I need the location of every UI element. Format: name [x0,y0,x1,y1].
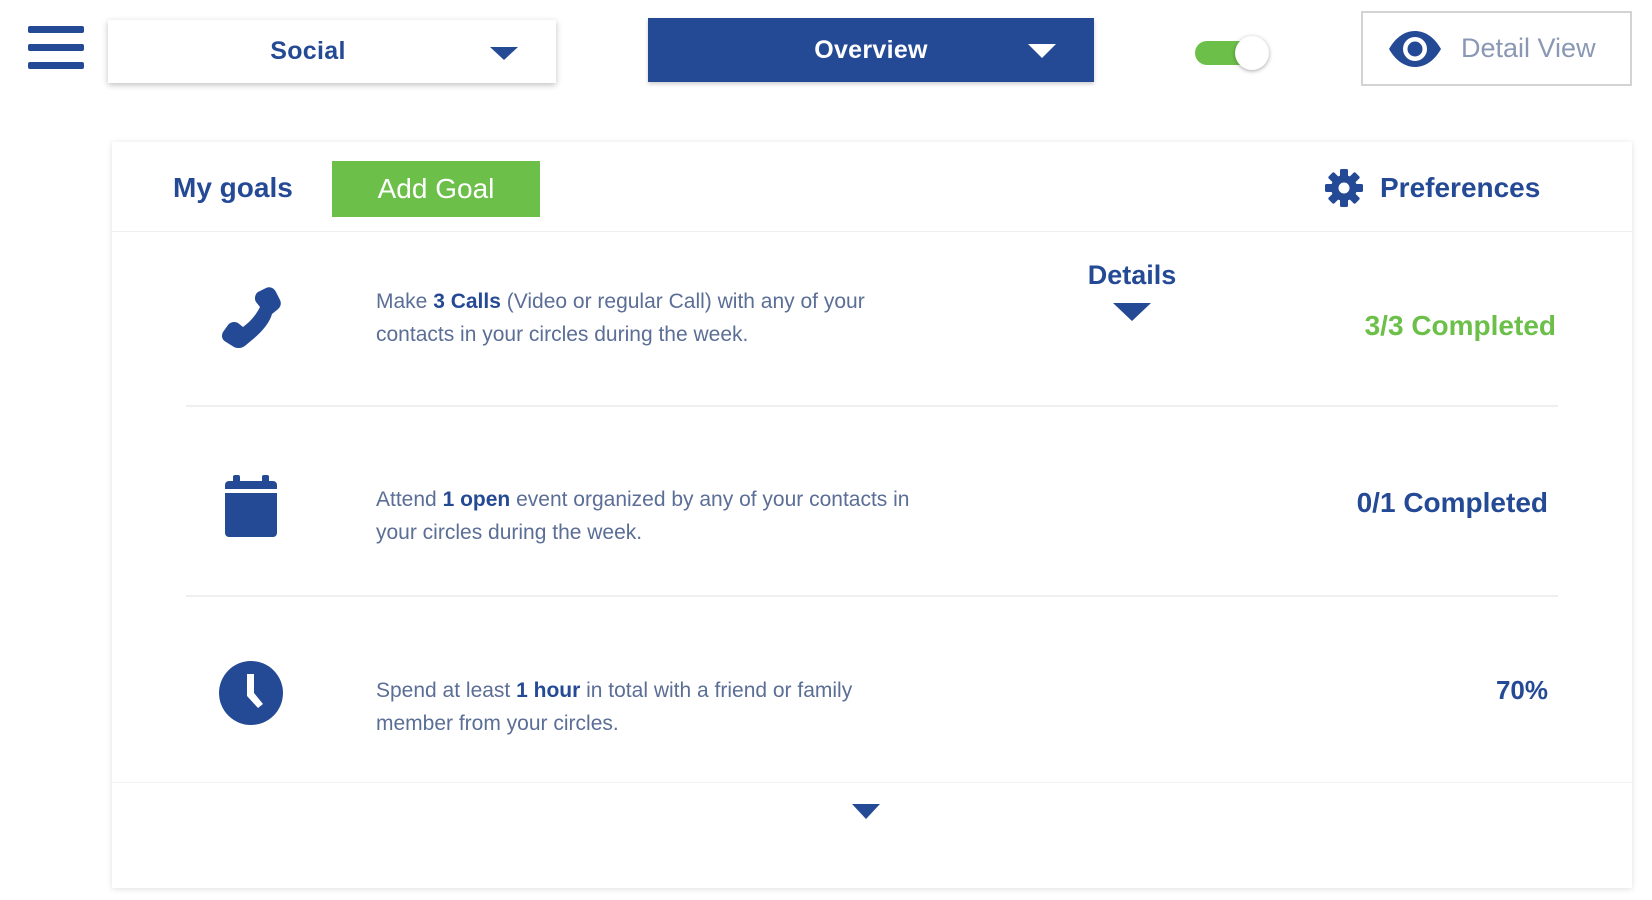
detail-view-button[interactable]: Detail View [1361,11,1632,86]
goal-row: Make 3 Calls (Video or regular Call) wit… [186,232,1558,407]
clock-icon [219,661,283,725]
chevron-down-icon [1113,303,1151,321]
gear-icon [1325,169,1363,207]
view-dropdown-label: Overview [814,35,928,64]
goal-status: 70% [1495,675,1548,705]
goals-title: My goals [173,172,293,203]
goal-text-part: Make [376,290,434,313]
chevron-down-icon [490,47,518,60]
toggle-switch[interactable] [1195,36,1271,70]
goal-text-part: Attend [376,488,443,511]
add-goal-button[interactable]: Add Goal [332,161,540,217]
goal-status: 0/1 Completed [1356,487,1548,518]
goal-text-part: Spend at least [376,679,517,702]
goal-description: Spend at least 1 hour in total with a fr… [376,674,896,740]
goals-card: My goals Add Goal Preferences Make 3 Cal… [112,142,1632,888]
detail-view-label: Detail View [1461,33,1596,63]
phone-icon [222,287,281,349]
category-dropdown[interactable]: Social [108,20,556,83]
goal-row: Attend 1 open event organized by any of … [186,407,1558,597]
eye-icon [1389,30,1441,67]
goal-row: Spend at least 1 hour in total with a fr… [186,597,1558,782]
calendar-icon [225,475,277,537]
goal-text-bold: 3 Calls [433,290,501,313]
menu-icon[interactable] [28,26,84,76]
details-label: Details [1087,260,1177,290]
chevron-down-icon [1028,44,1056,58]
card-footer-divider [112,782,1632,783]
goal-status: 3/3 Completed [1364,310,1556,341]
goal-text-bold: 1 open [442,488,511,511]
goals-header: My goals Add Goal Preferences [112,142,1632,232]
goal-text-bold: 1 hour [516,679,581,702]
goal-description: Make 3 Calls (Video or regular Call) wit… [376,285,896,351]
details-toggle[interactable]: Details [1080,260,1184,321]
preferences-button[interactable]: Preferences [1324,168,1540,208]
expand-more-icon[interactable] [852,804,880,819]
view-dropdown[interactable]: Overview [648,18,1094,82]
preferences-label: Preferences [1380,172,1541,203]
goal-description: Attend 1 open event organized by any of … [376,483,936,549]
category-dropdown-label: Social [270,37,346,65]
toggle-knob [1235,36,1269,70]
